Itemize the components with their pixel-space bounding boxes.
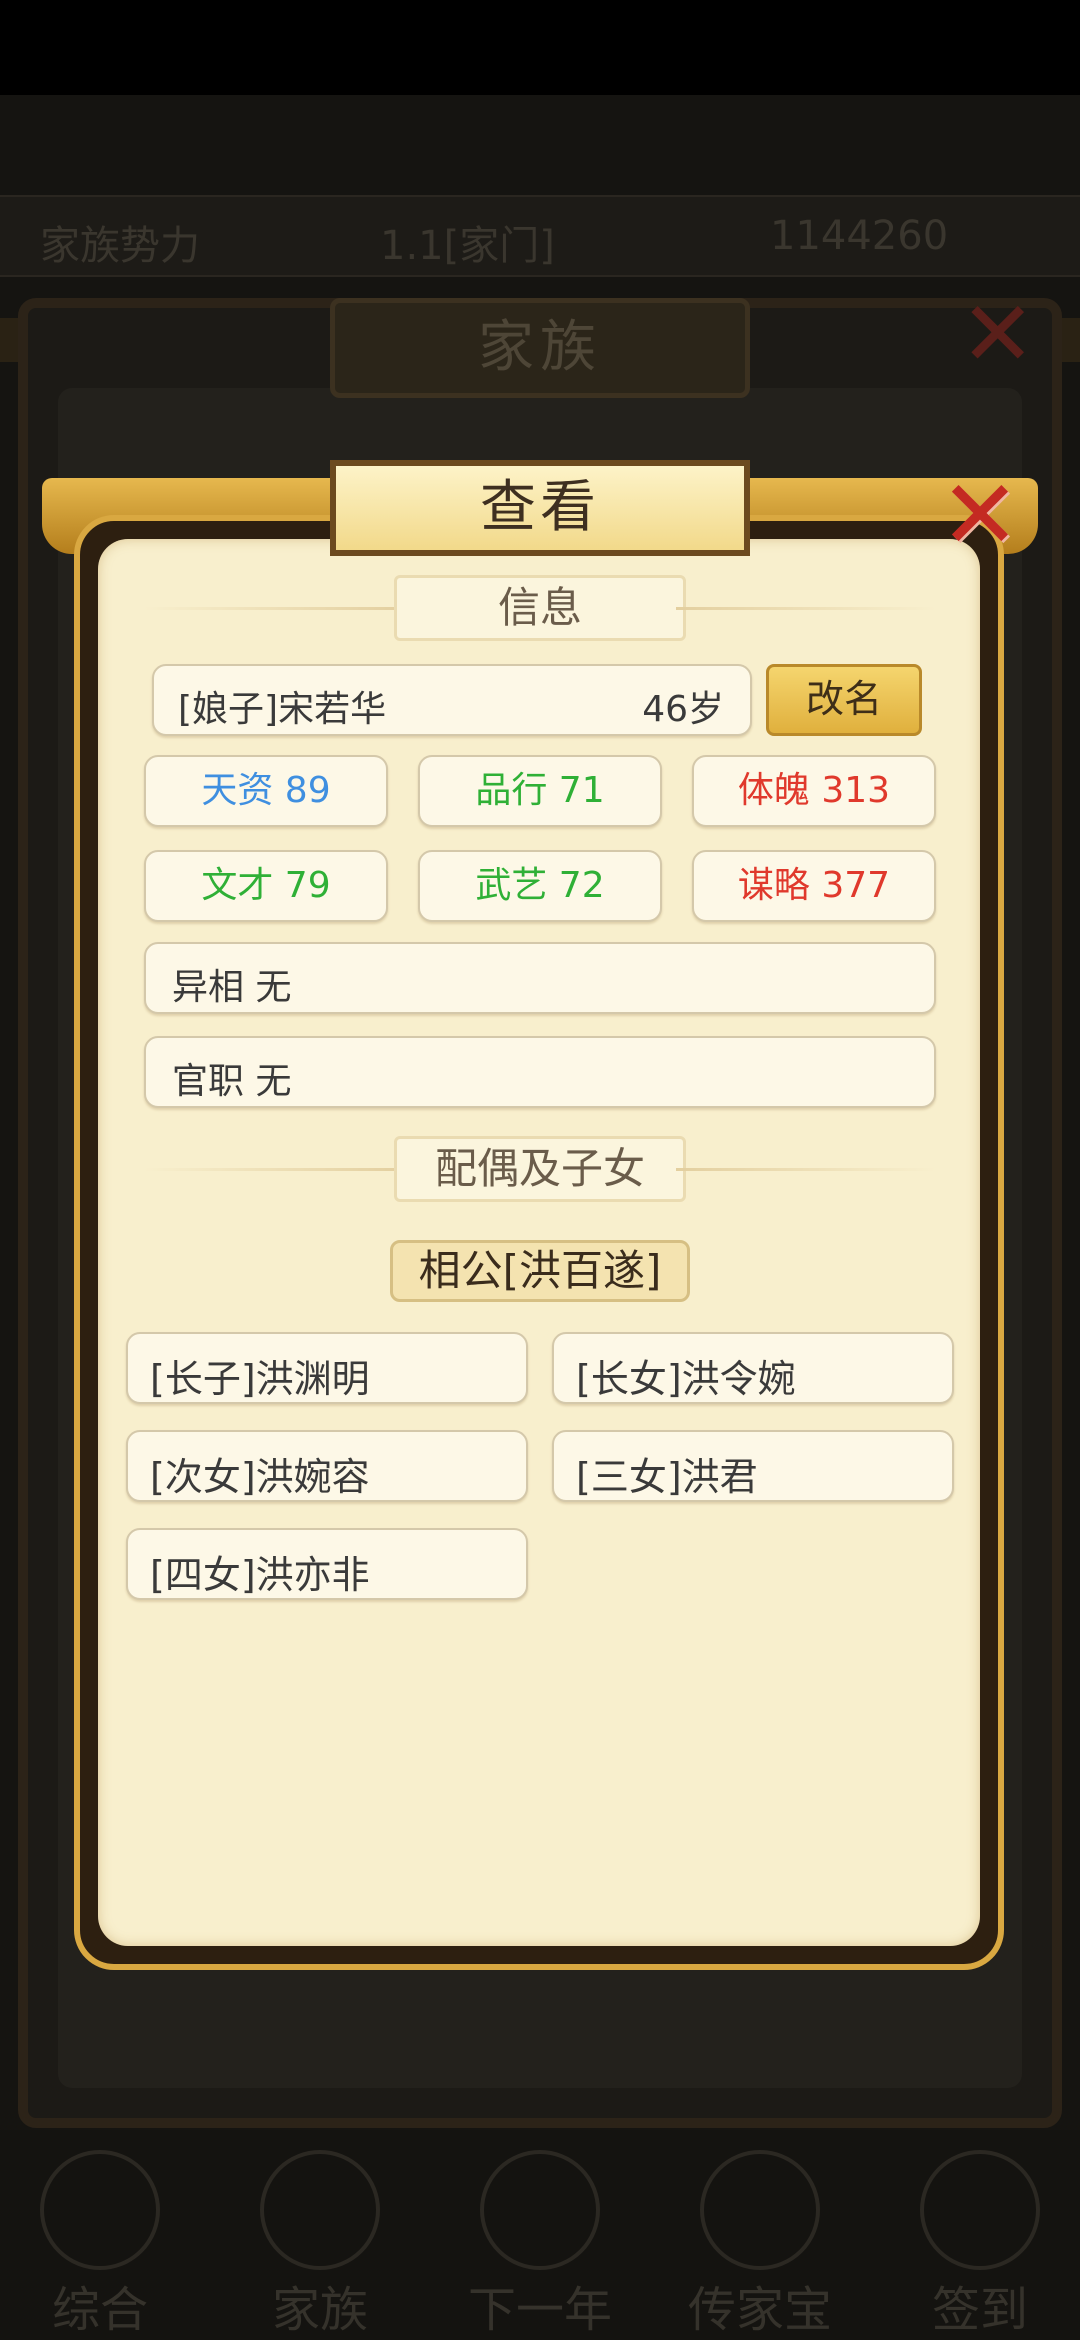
bg-nav-item: 家族	[220, 2130, 420, 2340]
bg-family-power: 家族势力	[40, 223, 200, 269]
child-item[interactable]: [长女]洪令婉	[552, 1332, 954, 1404]
stat-strategy: 谋略 377	[692, 850, 936, 922]
child-item[interactable]: [次女]洪婉容	[126, 1430, 528, 1502]
person-name-box: [娘子]宋若华 46岁	[152, 664, 752, 736]
background-top-bar: 家族势力 1.1[家门] 1144260	[0, 195, 1080, 277]
bg-family-rank: 1.1[家门]	[380, 223, 555, 269]
info-section-header: 信息	[144, 573, 936, 643]
child-item[interactable]: [长子]洪渊明	[126, 1332, 528, 1404]
stat-martial: 武艺 72	[418, 850, 662, 922]
close-button[interactable]: ✕	[925, 460, 1035, 570]
spouse-label[interactable]: 相公[洪百遂]	[390, 1240, 690, 1302]
bg-nav-item: 综合	[0, 2130, 200, 2340]
stat-literary: 文才 79	[144, 850, 388, 922]
background-family-title: 家族	[330, 298, 750, 398]
bg-nav-item: 下一年	[440, 2130, 640, 2340]
close-icon: ✕	[939, 459, 1021, 571]
background-close-icon: ✕	[960, 282, 1036, 387]
stat-talent: 天资 89	[144, 755, 388, 827]
child-item[interactable]: [三女]洪君	[552, 1430, 954, 1502]
office-box: 官职 无	[144, 1036, 936, 1108]
office-text: 官职 无	[172, 1061, 292, 1102]
stat-conduct: 品行 71	[418, 755, 662, 827]
dialog-title: 查看	[330, 460, 750, 556]
stat-physique: 体魄 313	[692, 755, 936, 827]
rename-button[interactable]: 改名	[766, 664, 922, 736]
background-bottom-nav: 综合 家族 下一年 传家宝 签到	[0, 2130, 1080, 2340]
trait-text: 异相 无	[172, 967, 292, 1008]
person-name: [娘子]宋若华	[178, 689, 387, 730]
bg-nav-item: 传家宝	[660, 2130, 860, 2340]
bg-currency: 1144260	[770, 213, 949, 259]
person-age: 46岁	[642, 689, 724, 730]
trait-box: 异相 无	[144, 942, 936, 1014]
bg-nav-item: 签到	[880, 2130, 1080, 2340]
family-section-header: 配偶及子女	[144, 1134, 936, 1204]
child-item[interactable]: [四女]洪亦非	[126, 1528, 528, 1600]
